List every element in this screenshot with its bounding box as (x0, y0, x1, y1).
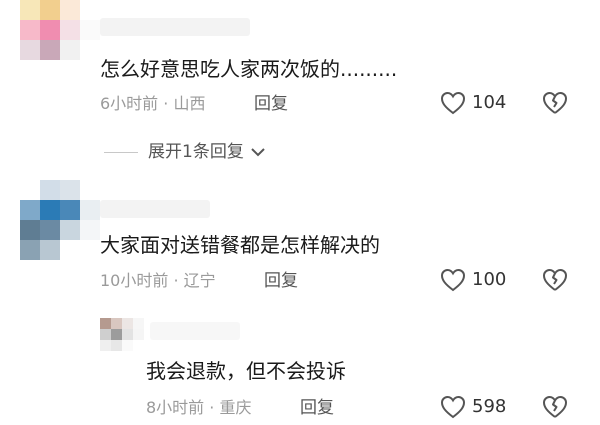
like-count: 100 (472, 269, 507, 290)
avatar-mosaic-cell (20, 180, 40, 200)
expand-replies-label: 展开1条回复 (148, 142, 244, 162)
heart-outline-icon (440, 268, 466, 292)
avatar-mosaic-cell (111, 318, 122, 329)
avatar-mosaic-cell (20, 220, 40, 240)
comment-text: 我会退款，但不会投诉 (146, 359, 346, 383)
avatar-mosaic-cell (100, 340, 111, 351)
avatar-mosaic-cell (60, 240, 80, 260)
avatar-mosaic-cell (40, 40, 60, 60)
avatar-mosaic-cell (40, 180, 60, 200)
avatar-mosaic-cell (100, 329, 111, 340)
avatar-mosaic-cell (20, 240, 40, 260)
avatar-mosaic-cell (80, 200, 100, 220)
avatar-mosaic-cell (122, 318, 133, 329)
avatar-mosaic-cell (80, 40, 100, 60)
comment-text: 大家面对送错餐都是怎样解决的 (100, 233, 380, 257)
avatar-mosaic-cell (80, 60, 100, 80)
expand-replies[interactable]: 展开1条回复 (104, 142, 268, 162)
comment-meta: 10小时前 · 辽宁 (100, 271, 216, 290)
avatar-mosaic-cell (60, 20, 80, 40)
avatar-mosaic-cell (40, 240, 60, 260)
avatar-mosaic-cell (20, 200, 40, 220)
avatar-mosaic-cell (60, 60, 80, 80)
broken-heart-icon (543, 91, 568, 114)
avatar-mosaic-cell (111, 329, 122, 340)
avatar-mosaic-cell (133, 329, 144, 340)
avatar[interactable] (20, 0, 100, 80)
comment-meta: 6小时前 · 山西 (100, 94, 206, 113)
avatar-mosaic-cell (122, 340, 133, 351)
chevron-down-icon (251, 148, 265, 157)
comment-meta: 8小时前 · 重庆 (146, 398, 252, 417)
broken-heart-icon (543, 268, 568, 291)
avatar-mosaic-cell (60, 220, 80, 240)
avatar-mosaic-cell (80, 240, 100, 260)
like-count: 598 (472, 396, 507, 417)
avatar-mosaic-cell (100, 318, 111, 329)
avatar-mosaic-cell (133, 340, 144, 351)
avatar-mosaic-cell (40, 200, 60, 220)
avatar-mosaic-cell (40, 20, 60, 40)
avatar-mosaic-cell (122, 329, 133, 340)
avatar-mosaic-cell (80, 20, 100, 40)
avatar-mosaic-cell (20, 40, 40, 60)
avatar-mosaic-cell (40, 60, 60, 80)
username-blurred[interactable] (100, 18, 250, 36)
username-blurred[interactable] (150, 322, 240, 340)
avatar-mosaic-cell (133, 318, 144, 329)
dislike-button[interactable] (542, 91, 568, 119)
username-blurred[interactable] (100, 200, 210, 218)
avatar-mosaic-cell (111, 340, 122, 351)
avatar-mosaic-cell (60, 0, 80, 20)
avatar-mosaic-cell (40, 220, 60, 240)
dislike-button[interactable] (542, 268, 568, 296)
like-button[interactable]: 100 (440, 268, 506, 292)
avatar-mosaic-cell (80, 180, 100, 200)
comment-text: 怎么好意思吃人家两次饭的......... (100, 57, 398, 81)
avatar-mosaic-cell (40, 0, 60, 20)
avatar-mosaic-cell (20, 60, 40, 80)
divider-line (104, 151, 138, 153)
avatar-mosaic-cell (20, 20, 40, 40)
avatar-mosaic-cell (80, 220, 100, 240)
heart-outline-icon (440, 395, 466, 419)
dislike-button[interactable] (542, 395, 568, 423)
avatar[interactable] (100, 318, 144, 351)
avatar-mosaic-cell (60, 200, 80, 220)
avatar[interactable] (20, 180, 100, 260)
avatar-mosaic-cell (80, 0, 100, 20)
broken-heart-icon (543, 395, 568, 418)
reply-button[interactable]: 回复 (264, 271, 298, 291)
avatar-mosaic-cell (20, 0, 40, 20)
like-button[interactable]: 598 (440, 395, 506, 419)
heart-outline-icon (440, 91, 466, 115)
avatar-mosaic-cell (60, 180, 80, 200)
reply-button[interactable]: 回复 (254, 94, 288, 114)
avatar-mosaic-cell (60, 40, 80, 60)
like-count: 104 (472, 92, 507, 113)
like-button[interactable]: 104 (440, 91, 506, 115)
reply-button[interactable]: 回复 (300, 398, 334, 418)
